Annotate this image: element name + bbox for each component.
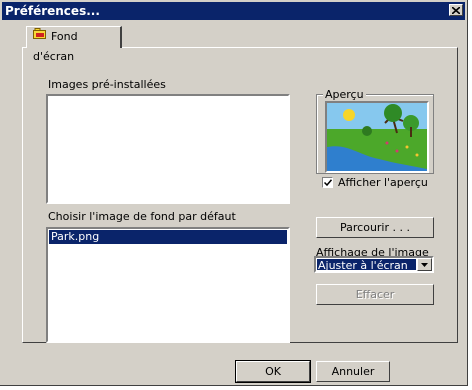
preinstalled-label: Images pré-installées	[48, 78, 166, 91]
chevron-down-icon	[421, 262, 428, 267]
preview-groupbox: Aperçu	[316, 88, 434, 174]
clear-button[interactable]: Effacer	[316, 284, 434, 305]
show-preview-label: Afficher l'aperçu	[338, 176, 428, 189]
combo-arrow-button[interactable]	[417, 258, 432, 271]
preferences-dialog: Préférences... Fond d'écran Images pré-i…	[0, 0, 468, 386]
browse-button[interactable]: Parcourir . . .	[316, 217, 434, 238]
preview-group-label: Aperçu	[323, 88, 366, 101]
show-preview-checkbox[interactable]	[322, 177, 333, 188]
folder-picture-icon	[33, 27, 47, 47]
window-title: Préférences...	[5, 4, 100, 18]
list-item[interactable]: Park.png	[49, 230, 287, 244]
ok-button[interactable]: OK	[235, 360, 311, 383]
tab-wallpaper[interactable]: Fond d'écran	[26, 26, 122, 63]
title-bar[interactable]: Préférences...	[2, 2, 465, 20]
default-image-label: Choisir l'image de fond par défaut	[48, 210, 236, 223]
preview-image	[325, 101, 429, 173]
close-icon	[452, 6, 460, 14]
close-button[interactable]	[449, 4, 463, 16]
cancel-button[interactable]: Annuler	[316, 361, 390, 382]
default-image-list[interactable]: Park.png	[46, 227, 290, 343]
preinstalled-list[interactable]	[46, 94, 290, 204]
display-mode-select[interactable]: Ajuster à l'écran	[314, 256, 434, 273]
checkmark-icon	[323, 179, 332, 186]
display-mode-value: Ajuster à l'écran	[317, 259, 416, 272]
